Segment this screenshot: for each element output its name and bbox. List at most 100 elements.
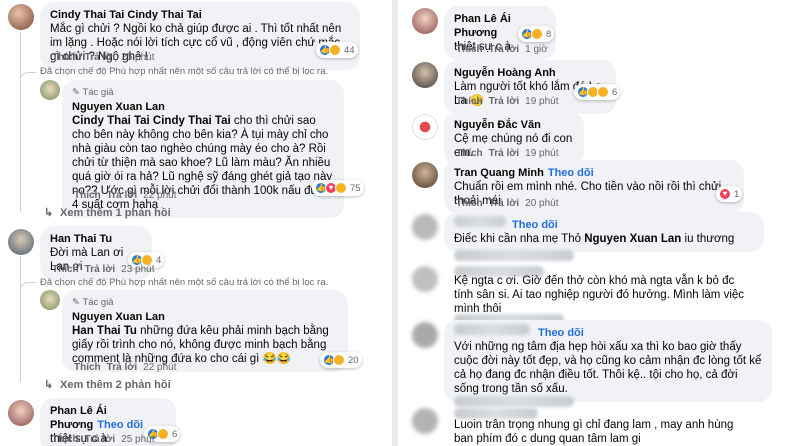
avatar[interactable] [412, 214, 438, 240]
avatar[interactable] [412, 62, 438, 88]
thread-connector [20, 72, 36, 88]
commenter-name[interactable]: Nguyễn Đắc Văn [454, 118, 574, 132]
view-more-replies[interactable]: ↳ Xem thêm 1 phản hồi [44, 206, 171, 219]
left-comments-panel: Cindy Thai Tai Cindy Thai Tai Mắc gì chử… [0, 0, 392, 446]
commenter-name[interactable]: Han Thai Tu [50, 232, 142, 246]
mention[interactable]: Cindy Thai Tai Cindy Thai Tai [72, 115, 231, 127]
comment-text: Luoin trân trọng nhung gì chỉ đang lam ,… [454, 419, 734, 445]
timestamp[interactable]: 20 phút [525, 198, 558, 209]
commenter-name[interactable]: Nguyen Xuan Lan [72, 100, 334, 114]
reply-link[interactable]: Trả lời [107, 190, 137, 201]
author-avatar[interactable] [40, 290, 60, 310]
avatar[interactable] [8, 400, 34, 426]
commenter-name[interactable]: Nguyen Xuan Lan [72, 310, 338, 324]
comment-actions: Thích Trả lời 22 phút [74, 362, 183, 373]
haha-reaction-icon [329, 44, 341, 56]
reaction-badge[interactable]: 👍 6 [574, 84, 621, 100]
redacted-actions-blur [454, 396, 574, 407]
author-tag: ✎ Tác giả [72, 87, 114, 98]
reaction-badge[interactable]: 👍 ♥ 75 [312, 180, 364, 196]
like-link[interactable]: Thích [456, 198, 483, 209]
comment-actions: Thích Trả lời 25 phút [52, 434, 161, 445]
timestamp[interactable]: 23 phút [121, 264, 154, 275]
filter-note: Đã chọn chế độ Phù hợp nhất nên một số c… [40, 66, 329, 77]
reply-arrow-icon: ↳ [44, 207, 54, 219]
thread-line [20, 256, 21, 382]
timestamp[interactable]: 1 giờ [525, 44, 548, 55]
thread-line [20, 32, 21, 212]
comment-text: Điếc khi cần nha mẹ Thỏ [454, 233, 585, 245]
reply-link[interactable]: Trả lời [489, 148, 519, 159]
reply-link[interactable]: Trả lời [489, 96, 519, 107]
timestamp[interactable]: 22 phút [143, 190, 176, 201]
comment-text: Với những ng tâm địa hẹp hòi xấu xa thì … [454, 341, 762, 395]
author-tag-icon: ✎ [72, 87, 83, 98]
reply-arrow-icon: ↳ [44, 379, 54, 391]
commenter-name[interactable]: Nguyễn Hoàng Anh [454, 66, 606, 80]
comment-actions: Thích Trả lời 19 phút [456, 96, 565, 107]
timestamp[interactable]: 19 phút [525, 96, 558, 107]
reply-link[interactable]: Trả lời [489, 44, 519, 55]
follow-link[interactable]: Theo dõi [97, 419, 143, 431]
commenter-name[interactable]: Cindy Thai Tai Cindy Thai Tai [50, 8, 350, 22]
timestamp[interactable]: 19 phút [525, 148, 558, 159]
like-link[interactable]: Thích [456, 148, 483, 159]
reply-link[interactable]: Trả lời [489, 198, 519, 209]
timestamp[interactable]: 22 phút [143, 362, 176, 373]
thread-connector [20, 282, 36, 298]
author-tag-icon: ✎ [72, 297, 83, 308]
comment-actions: Thích Trả lời 1 giờ [456, 44, 554, 55]
follow-link[interactable]: Theo dõi [512, 219, 558, 231]
like-link[interactable]: Thích [74, 190, 101, 201]
reply-link[interactable]: Trả lời [85, 52, 115, 63]
haha-reaction-icon [333, 354, 345, 366]
reaction-badge[interactable]: 👍 8 [518, 26, 555, 42]
comment-bubble: Luoin trân trọng nhung gì chỉ đang lam ,… [444, 414, 764, 446]
follow-link[interactable]: Theo dõi [548, 167, 594, 179]
filter-note: Đã chọn chế độ Phù hợp nhất nên một số c… [40, 277, 329, 288]
mention[interactable]: Han Thai Tu [72, 325, 137, 337]
comment-actions: Thích Trả lời 20 phút [456, 198, 565, 209]
reaction-badge[interactable]: 👍 20 [320, 352, 362, 368]
right-comments-panel: Phan Lê Ái Phương thiệt sự c à 👍 8 Thích T… [398, 0, 800, 446]
like-link[interactable]: Thích [52, 434, 79, 445]
avatar[interactable] [8, 229, 34, 255]
avatar[interactable] [412, 8, 438, 34]
redacted-blur [454, 324, 530, 335]
comment-bubble: ✎ Tác giả Nguyen Xuan Lan Han Thai Tu nh… [62, 290, 348, 372]
avatar[interactable] [412, 408, 438, 434]
timestamp[interactable]: 25 phút [121, 434, 154, 445]
author-avatar[interactable] [40, 80, 60, 100]
like-link[interactable]: Thích [52, 52, 79, 63]
comment-text-tail: iu thương [681, 233, 735, 245]
like-link[interactable]: Thích [456, 44, 483, 55]
like-link[interactable]: Thích [52, 264, 79, 275]
like-link[interactable]: Thích [74, 362, 101, 373]
haha-reaction-icon [531, 28, 543, 40]
avatar[interactable] [8, 4, 34, 30]
mention[interactable]: Nguyen Xuan Lan [584, 233, 681, 245]
follow-link[interactable]: Theo dõi [538, 327, 584, 339]
avatar[interactable] [412, 114, 438, 140]
reaction-badge[interactable]: ♥ 1 [716, 186, 743, 202]
haha-reaction-icon [597, 86, 609, 98]
avatar[interactable] [412, 162, 438, 188]
redacted-actions-blur [454, 250, 574, 261]
comment-actions: Thích Trả lời 22 phút [74, 190, 183, 201]
avatar[interactable] [412, 322, 438, 348]
haha-reaction-icon [335, 182, 347, 194]
reply-link[interactable]: Trả lời [85, 434, 115, 445]
love-reaction-icon: ♥ [719, 188, 731, 200]
comment-text: Kệ ngta c ơi. Giờ đến thở còn khó mà ngt… [454, 275, 745, 315]
avatar[interactable] [412, 266, 438, 292]
view-more-replies[interactable]: ↳ Xem thêm 2 phản hồi [44, 378, 171, 391]
reply-link[interactable]: Trả lời [107, 362, 137, 373]
reaction-badge[interactable]: 👍 44 [316, 42, 358, 58]
redacted-blur [454, 216, 506, 227]
reply-link[interactable]: Trả lời [85, 264, 115, 275]
comment-actions: Thích Trả lời 23 phút [52, 264, 161, 275]
like-link[interactable]: Thích [456, 96, 483, 107]
comment-actions: Thích Trả lời 25 phút [52, 52, 161, 63]
comment-actions: Thích Trả lời 19 phút [456, 148, 565, 159]
timestamp[interactable]: 25 phút [121, 52, 154, 63]
